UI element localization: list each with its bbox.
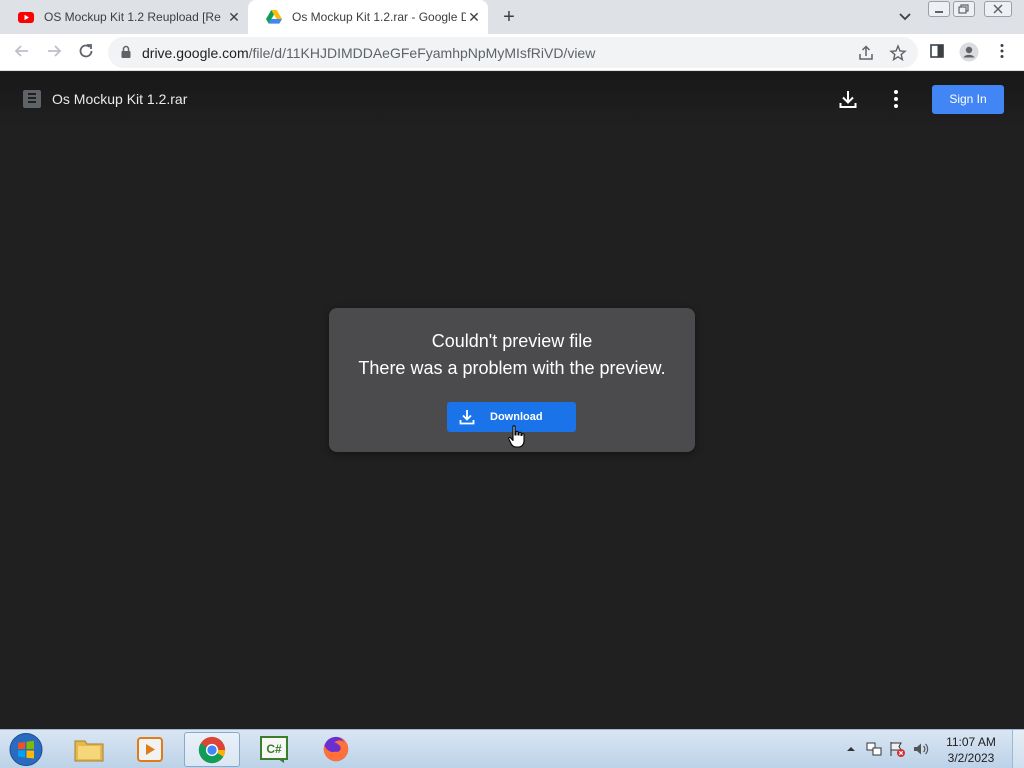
profile-avatar-icon — [959, 42, 979, 62]
chrome-icon — [198, 736, 226, 764]
reload-icon — [79, 44, 93, 58]
taskbar-firefox[interactable] — [308, 732, 364, 767]
file-explorer-icon — [74, 740, 104, 762]
restore-icon — [958, 4, 969, 14]
arrow-left-icon — [14, 45, 28, 57]
download-icon — [459, 410, 475, 425]
download-icon[interactable] — [836, 87, 860, 111]
chevron-down-icon[interactable] — [895, 8, 915, 26]
profile-button[interactable] — [958, 42, 980, 64]
windows-taskbar: C# 11:07 AM 3/2/2023 — [0, 729, 1024, 768]
download-button-label: Download — [490, 411, 543, 423]
action-center-flag-icon[interactable] — [888, 740, 906, 758]
firefox-icon — [323, 736, 349, 762]
browser-toolbar: drive.google.com/file/d/11KHJDIMDDAeGFeF… — [0, 34, 1024, 71]
close-window-button[interactable] — [984, 1, 1012, 17]
archive-file-icon — [23, 90, 41, 108]
youtube-icon — [18, 12, 34, 23]
tab-title: OS Mockup Kit 1.2 Reupload [Re — [44, 10, 221, 24]
tab-youtube[interactable]: OS Mockup Kit 1.2 Reupload [Re ✕ — [0, 0, 248, 34]
close-tab-icon[interactable]: ✕ — [466, 9, 482, 25]
reload-button[interactable] — [75, 42, 97, 64]
bookmark-star-icon[interactable] — [889, 44, 907, 62]
taskbar-file-explorer[interactable] — [61, 732, 117, 767]
clock-time: 11:07 AM — [946, 735, 996, 749]
browser-menu-button[interactable] — [991, 42, 1013, 64]
new-tab-button[interactable]: + — [498, 6, 520, 28]
back-button[interactable] — [11, 42, 33, 64]
preview-error-message: There was a problem with the preview. — [358, 358, 666, 378]
windows-start-button[interactable] — [6, 731, 46, 768]
file-name: Os Mockup Kit 1.2.rar — [52, 91, 188, 107]
show-desktop-button[interactable] — [1012, 730, 1024, 768]
lock-icon[interactable] — [120, 45, 132, 59]
system-clock[interactable]: 11:07 AM 3/2/2023 — [940, 734, 1002, 766]
network-icon[interactable] — [865, 740, 883, 758]
csharp-editor-icon: C# — [260, 736, 288, 763]
volume-icon[interactable] — [912, 740, 930, 758]
svg-text:C#: C# — [266, 742, 282, 756]
more-vertical-icon[interactable] — [884, 87, 908, 111]
address-bar[interactable]: drive.google.com/file/d/11KHJDIMDDAeGFeF… — [108, 37, 918, 68]
url-path: /file/d/11KHJDIMDDAeGFeFyamhpNpMyMIsfRiV… — [248, 45, 596, 61]
minimize-window-button[interactable] — [928, 1, 950, 17]
preview-error-title: Couldn't preview file — [431, 331, 593, 351]
tab-title: Os Mockup Kit 1.2.rar - Google D — [292, 10, 466, 24]
arrow-right-icon — [48, 45, 62, 57]
side-panel-icon — [930, 44, 944, 58]
forward-button[interactable] — [43, 42, 65, 64]
media-player-icon — [137, 737, 163, 762]
share-icon[interactable] — [857, 44, 875, 62]
close-tab-icon[interactable]: ✕ — [226, 9, 242, 25]
url-text[interactable]: drive.google.com/file/d/11KHJDIMDDAeGFeF… — [142, 45, 595, 61]
drive-viewer-header: Os Mockup Kit 1.2.rar Sign In — [0, 72, 1024, 128]
taskbar-chrome[interactable] — [184, 732, 240, 767]
close-icon — [993, 4, 1003, 14]
show-hidden-icons-icon[interactable] — [842, 740, 860, 758]
more-vertical-icon — [1000, 44, 1004, 58]
taskbar-media-player[interactable] — [122, 732, 178, 767]
browser-tab-strip: OS Mockup Kit 1.2 Reupload [Re ✕ Os Mock… — [0, 0, 1024, 34]
hand-pointer-cursor-icon — [508, 425, 525, 448]
side-panel-button[interactable] — [926, 42, 948, 64]
taskbar-csharp-editor[interactable]: C# — [246, 732, 302, 767]
sign-in-button[interactable]: Sign In — [932, 85, 1004, 114]
google-drive-icon — [266, 10, 282, 24]
minimize-icon — [935, 11, 943, 13]
clock-date: 3/2/2023 — [947, 751, 995, 765]
restore-window-button[interactable] — [953, 1, 975, 17]
tab-google-drive[interactable]: Os Mockup Kit 1.2.rar - Google D ✕ — [248, 0, 488, 34]
url-host: drive.google.com — [142, 45, 249, 61]
